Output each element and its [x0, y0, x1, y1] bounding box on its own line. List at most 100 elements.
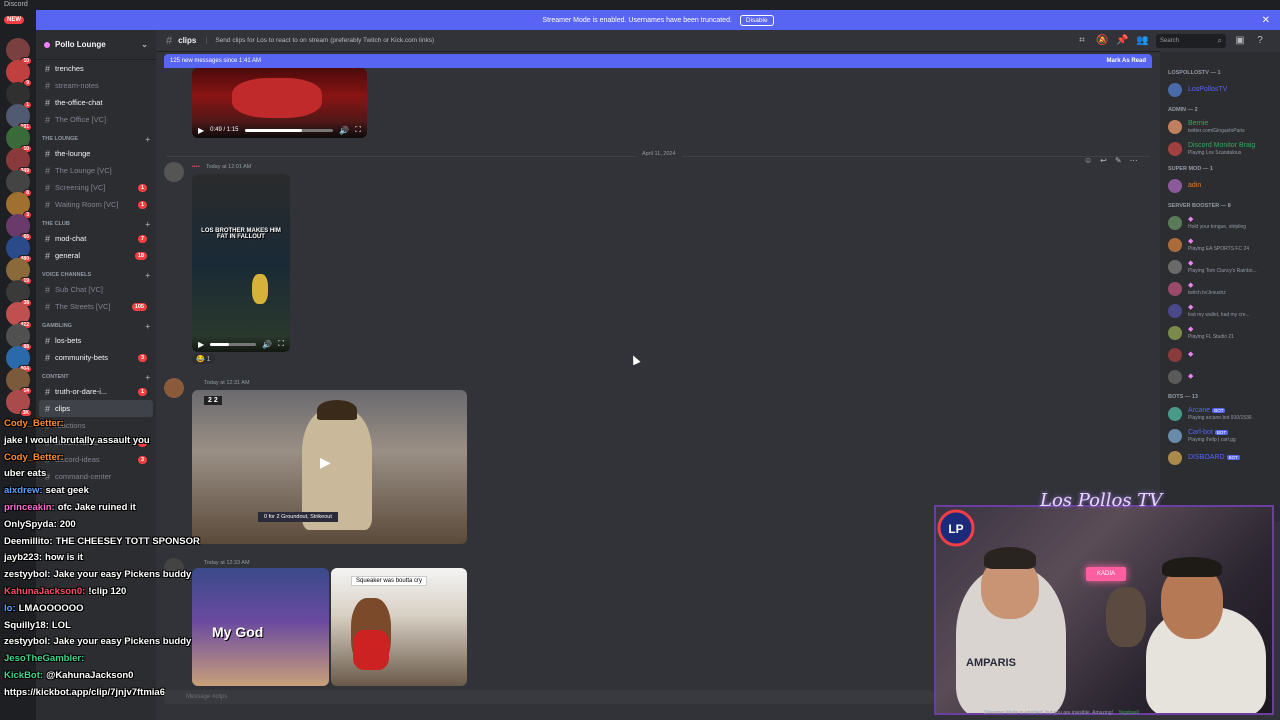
video-embed[interactable]: ▶ 0:49 / 1:15 🔊 ⛶	[192, 68, 367, 138]
channel-item[interactable]: # mod-chat 7	[39, 230, 153, 247]
fullscreen-icon[interactable]: ⛶	[355, 125, 361, 135]
server-icon[interactable]: 422	[6, 302, 32, 329]
member-item[interactable]: ◆ Playing Tom Clancy's Rainbo...	[1160, 256, 1280, 278]
channel-category[interactable]: THE CLUB +	[36, 218, 156, 230]
server-icon[interactable]: 349	[6, 148, 32, 175]
plus-icon[interactable]: +	[145, 271, 150, 280]
server-icon[interactable]: 804	[6, 346, 32, 373]
channel-item[interactable]: # community-bets 3	[39, 349, 153, 366]
channel-item[interactable]: # the-office-chat	[39, 94, 153, 111]
channel-item[interactable]: # truth-or-dare-i... 1	[39, 383, 153, 400]
close-icon[interactable]: ✕	[1262, 15, 1270, 26]
channel-label: Sub Chat [VC]	[55, 285, 103, 294]
channel-item[interactable]: # trenches	[39, 60, 153, 77]
member-status: Playing Tom Clancy's Rainbo...	[1188, 268, 1257, 274]
server-icon[interactable]: 1	[6, 82, 32, 109]
search-input[interactable]: Search ⌕	[1156, 34, 1226, 48]
avatar[interactable]	[164, 378, 184, 398]
reaction-chip[interactable]: 😂 1	[192, 354, 215, 364]
member-item[interactable]: ◆ Playing FL Studio 21	[1160, 322, 1280, 344]
mark-as-read-button[interactable]: Mark As Read	[1107, 58, 1146, 64]
server-icon[interactable]: 88	[6, 324, 32, 351]
channel-item[interactable]: # The Lounge [VC]	[39, 162, 153, 179]
member-item[interactable]: DISBOARD BOT	[1160, 447, 1280, 469]
channel-item[interactable]: # the-lounge	[39, 145, 153, 162]
play-icon[interactable]: ▶	[198, 340, 204, 349]
channel-item[interactable]: # The Office [VC]	[39, 111, 153, 128]
server-icon[interactable]: 38	[6, 280, 32, 307]
server-icon[interactable]: 10	[6, 38, 32, 65]
channel-item[interactable]: # general 18	[39, 247, 153, 264]
disable-button[interactable]: Disable	[739, 14, 774, 26]
plus-icon[interactable]: +	[145, 322, 150, 331]
server-icon[interactable]: 3K	[6, 390, 32, 417]
video-embed[interactable]: Squeaker was boutta cry	[331, 568, 467, 686]
channel-topic[interactable]: Send clips for Los to react to on stream…	[206, 37, 434, 44]
members-icon[interactable]: 👥	[1136, 35, 1148, 47]
channel-category[interactable]: VOICE CHANNELS +	[36, 269, 156, 281]
member-item[interactable]: ◆ Hold your tongue, stripling	[1160, 212, 1280, 234]
plus-icon[interactable]: +	[145, 220, 150, 229]
add-reaction-icon[interactable]: ☺	[1084, 156, 1092, 165]
channel-category[interactable]: GAMBLING +	[36, 320, 156, 332]
server-icon[interactable]: 480	[6, 236, 32, 263]
video-progress[interactable]	[210, 342, 257, 346]
member-item[interactable]: adin	[1160, 175, 1280, 197]
server-icon[interactable]: 66	[6, 214, 32, 241]
threads-icon[interactable]: ⌗	[1076, 35, 1088, 47]
volume-icon[interactable]: 🔊	[262, 340, 272, 349]
server-icon[interactable]: 14	[6, 368, 32, 395]
member-item[interactable]: ◆	[1160, 344, 1280, 366]
message-input[interactable]: Message #clips	[164, 690, 934, 704]
channel-item[interactable]: # Screening [VC] 1	[39, 179, 153, 196]
member-item[interactable]: ◆ lost my wallet, had my cre...	[1160, 300, 1280, 322]
message-timestamp: Today at 12:31 AM	[204, 380, 250, 386]
server-icon[interactable]: 8	[6, 170, 32, 197]
channel-item[interactable]: # clips	[39, 400, 153, 417]
fullscreen-icon[interactable]: ⛶	[278, 339, 284, 349]
inbox-icon[interactable]: ▣	[1234, 35, 1246, 47]
channel-item[interactable]: # los-bets	[39, 332, 153, 349]
channel-item[interactable]: # Sub Chat [VC]	[39, 281, 153, 298]
plus-icon[interactable]: +	[145, 373, 150, 382]
member-item[interactable]: Bernie twitter.com/GingasInParis	[1160, 116, 1280, 138]
more-icon[interactable]: ⋯	[1130, 156, 1138, 165]
member-item[interactable]: ◆	[1160, 366, 1280, 388]
server-icon[interactable]: 191	[6, 104, 32, 131]
video-embed[interactable]: LOS BROTHER MAKES HIM FAT IN FALLOUT ▶ 🔊…	[192, 174, 290, 352]
plus-icon[interactable]: +	[145, 135, 150, 144]
pin-icon[interactable]: 📌	[1116, 35, 1128, 47]
member-item[interactable]: ◆ Playing EA SPORTS FC 24	[1160, 234, 1280, 256]
volume-icon[interactable]: 🔊	[339, 126, 349, 135]
avatar[interactable]	[164, 162, 184, 182]
play-icon[interactable]: ▶	[320, 454, 331, 471]
channel-category[interactable]: CONTENT +	[36, 371, 156, 383]
avatar	[1168, 260, 1182, 274]
new-badge[interactable]: NEW	[4, 16, 24, 24]
member-item[interactable]: Discord Monitor Braig Playing Los Scandal…	[1160, 138, 1280, 160]
server-icon[interactable]: 9	[6, 60, 32, 87]
channel-category[interactable]: THE LOUNGE +	[36, 133, 156, 145]
member-item[interactable]: Carl-bot BOT Playing /help | carl.gg	[1160, 425, 1280, 447]
channel-item[interactable]: # Waiting Room [VC] 1	[39, 196, 153, 213]
chevron-down-icon[interactable]: ⌄	[141, 40, 148, 49]
channel-item[interactable]: # The Streets [VC] 105	[39, 298, 153, 315]
server-icon[interactable]: 19	[6, 258, 32, 285]
guild-header[interactable]: Pollo Lounge ⌄	[36, 30, 156, 60]
channel-item[interactable]: # stream-notes	[39, 77, 153, 94]
hash-icon: #	[45, 97, 51, 108]
server-icon[interactable]: 3	[6, 192, 32, 219]
new-messages-bar[interactable]: 125 new messages since 1:41 AM Mark As R…	[164, 54, 1152, 68]
bell-icon[interactable]: 🔕	[1096, 35, 1108, 47]
member-item[interactable]: LosPollosTV	[1160, 79, 1280, 101]
server-icon[interactable]: 10	[6, 126, 32, 153]
play-icon[interactable]: ▶	[198, 126, 204, 135]
reply-icon[interactable]: ↩	[1100, 156, 1107, 165]
member-status: twitch.tv/Jesushz	[1188, 290, 1226, 296]
channel-label: the-office-chat	[55, 98, 103, 107]
video-progress[interactable]	[244, 128, 334, 132]
edit-icon[interactable]: ✎	[1115, 156, 1122, 165]
member-item[interactable]: Arcane BOT Playing arcane.bot 910/1536	[1160, 403, 1280, 425]
help-icon[interactable]: ?	[1254, 35, 1266, 47]
member-item[interactable]: ◆ twitch.tv/Jesushz	[1160, 278, 1280, 300]
